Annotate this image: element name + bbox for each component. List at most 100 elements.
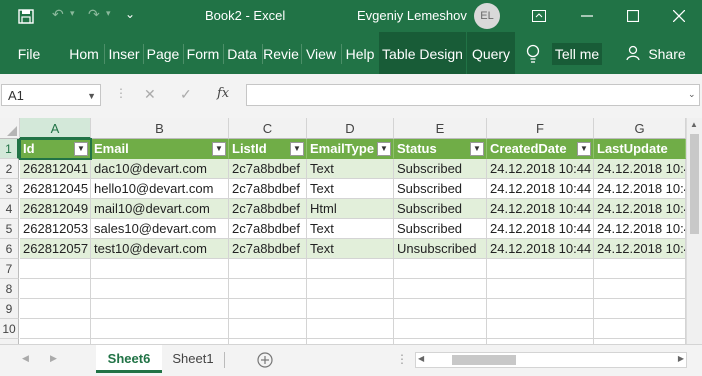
empty-cell[interactable] bbox=[91, 319, 229, 339]
next-sheet-icon[interactable]: ▶ bbox=[50, 353, 57, 364]
redo-dropdown-icon[interactable]: ▾ bbox=[106, 8, 111, 19]
sheet-tab-sheet1[interactable]: Sheet1 bbox=[162, 345, 224, 373]
prev-sheet-icon[interactable]: ◀ bbox=[22, 353, 29, 364]
table-cell[interactable]: 24.12.2018 10:44 bbox=[487, 199, 594, 219]
user-avatar[interactable]: EL bbox=[474, 3, 500, 29]
tab-view[interactable]: View bbox=[303, 32, 339, 74]
column-header-d[interactable]: D bbox=[307, 118, 394, 139]
minimize-icon[interactable] bbox=[564, 0, 610, 32]
undo-dropdown-icon[interactable]: ▾ bbox=[70, 8, 75, 19]
empty-cell[interactable] bbox=[20, 259, 91, 279]
column-header-a[interactable]: A bbox=[20, 118, 91, 139]
table-cell[interactable]: 262812049 bbox=[20, 199, 91, 219]
tab-insert[interactable]: Inser bbox=[106, 32, 142, 74]
horizontal-scrollbar[interactable]: ◀ ▶ bbox=[415, 352, 687, 368]
table-cell[interactable]: 262812053 bbox=[20, 219, 91, 239]
table-cell[interactable]: Subscribed bbox=[394, 179, 487, 199]
table-cell[interactable]: 24.12.2018 10:4 bbox=[594, 199, 686, 219]
empty-cell[interactable] bbox=[487, 259, 594, 279]
filter-dropdown-icon[interactable]: ▼ bbox=[290, 142, 304, 156]
row-header-9[interactable]: 9 bbox=[0, 299, 19, 319]
empty-cell[interactable] bbox=[91, 299, 229, 319]
column-header-c[interactable]: C bbox=[229, 118, 307, 139]
tab-page-layout[interactable]: Page bbox=[145, 32, 181, 74]
customize-toolbar-icon[interactable]: ⌄ bbox=[125, 7, 135, 21]
table-cell[interactable]: test10@devart.com bbox=[91, 239, 229, 259]
table-cell[interactable]: 2c7a8bdbef bbox=[229, 159, 307, 179]
empty-cell[interactable] bbox=[394, 299, 487, 319]
column-header-g[interactable]: G bbox=[594, 118, 686, 139]
undo-icon[interactable]: ↶ bbox=[52, 6, 64, 23]
share-person-icon[interactable] bbox=[626, 45, 642, 61]
table-cell[interactable]: 24.12.2018 10:44 bbox=[487, 219, 594, 239]
table-cell[interactable]: Unsubscribed bbox=[394, 239, 487, 259]
table-cell[interactable]: 2c7a8bdbef bbox=[229, 219, 307, 239]
name-box[interactable]: A1 ▼ bbox=[1, 84, 101, 106]
expand-formula-icon[interactable]: ⌄ bbox=[688, 89, 696, 100]
table-cell[interactable]: Subscribed bbox=[394, 199, 487, 219]
formula-input[interactable] bbox=[246, 84, 700, 106]
table-cell[interactable]: 24.12.2018 10:44 bbox=[487, 159, 594, 179]
filter-dropdown-icon[interactable]: ▼ bbox=[577, 142, 591, 156]
column-header-b[interactable]: B bbox=[91, 118, 229, 139]
table-cell[interactable]: Subscribed bbox=[394, 159, 487, 179]
vertical-scroll-thumb[interactable] bbox=[690, 134, 699, 234]
filter-dropdown-icon[interactable]: ▼ bbox=[470, 142, 484, 156]
row-header-3[interactable]: 3 bbox=[0, 179, 19, 199]
enter-icon[interactable]: ✓ bbox=[180, 86, 192, 103]
empty-cell[interactable] bbox=[594, 299, 686, 319]
row-header-5[interactable]: 5 bbox=[0, 219, 19, 239]
tab-home[interactable]: Hom bbox=[66, 32, 102, 74]
tab-file[interactable]: File bbox=[10, 32, 48, 74]
empty-cell[interactable] bbox=[307, 319, 394, 339]
table-cell[interactable]: 24.12.2018 10:44 bbox=[487, 179, 594, 199]
tab-data[interactable]: Data bbox=[224, 32, 260, 74]
scroll-right-icon[interactable]: ▶ bbox=[678, 354, 684, 363]
table-cell[interactable]: 262812041 bbox=[20, 159, 91, 179]
column-header-e[interactable]: E bbox=[394, 118, 487, 139]
table-cell[interactable]: 2c7a8bdbef bbox=[229, 179, 307, 199]
close-icon[interactable] bbox=[656, 0, 702, 32]
empty-cell[interactable] bbox=[594, 279, 686, 299]
user-name[interactable]: Evgeniy Lemeshov bbox=[357, 8, 467, 23]
table-cell[interactable]: Text bbox=[307, 239, 394, 259]
table-cell[interactable]: sales10@devart.com bbox=[91, 219, 229, 239]
share-button[interactable]: Share bbox=[646, 32, 688, 74]
table-cell[interactable]: 262812057 bbox=[20, 239, 91, 259]
insert-function-button[interactable]: fx bbox=[217, 86, 229, 101]
empty-cell[interactable] bbox=[307, 279, 394, 299]
empty-cell[interactable] bbox=[394, 319, 487, 339]
empty-cell[interactable] bbox=[307, 259, 394, 279]
table-cell[interactable]: 2c7a8bdbef bbox=[229, 239, 307, 259]
row-header-7[interactable]: 7 bbox=[0, 259, 19, 279]
tell-me-search[interactable]: Tell me bbox=[552, 43, 602, 65]
table-cell[interactable]: dac10@devart.com bbox=[91, 159, 229, 179]
empty-cell[interactable] bbox=[487, 279, 594, 299]
empty-cell[interactable] bbox=[229, 279, 307, 299]
row-header-10[interactable]: 10 bbox=[0, 319, 19, 339]
add-sheet-icon[interactable] bbox=[257, 352, 273, 368]
empty-cell[interactable] bbox=[229, 259, 307, 279]
table-cell[interactable]: Html bbox=[307, 199, 394, 219]
more-icon[interactable]: ⋮ bbox=[396, 352, 408, 366]
table-cell[interactable]: 24.12.2018 10:4 bbox=[594, 159, 686, 179]
empty-cell[interactable] bbox=[594, 319, 686, 339]
table-cell[interactable]: Text bbox=[307, 179, 394, 199]
scroll-left-icon[interactable]: ◀ bbox=[418, 354, 424, 363]
table-cell[interactable]: 24.12.2018 10:4 bbox=[594, 179, 686, 199]
empty-cell[interactable] bbox=[91, 279, 229, 299]
empty-cell[interactable] bbox=[20, 319, 91, 339]
empty-cell[interactable] bbox=[229, 299, 307, 319]
empty-cell[interactable] bbox=[394, 279, 487, 299]
row-header-1[interactable]: 1 bbox=[0, 139, 19, 159]
table-cell[interactable]: Subscribed bbox=[394, 219, 487, 239]
row-header-8[interactable]: 8 bbox=[0, 279, 19, 299]
tab-review[interactable]: Revie bbox=[263, 32, 299, 74]
filter-dropdown-icon[interactable]: ▼ bbox=[212, 142, 226, 156]
name-box-dropdown-icon[interactable]: ▼ bbox=[87, 85, 96, 107]
table-cell[interactable]: Text bbox=[307, 159, 394, 179]
row-header-2[interactable]: 2 bbox=[0, 159, 19, 179]
table-header-email[interactable]: Email bbox=[91, 139, 229, 159]
column-header-f[interactable]: F bbox=[487, 118, 594, 139]
filter-dropdown-icon[interactable]: ▼ bbox=[377, 142, 391, 156]
